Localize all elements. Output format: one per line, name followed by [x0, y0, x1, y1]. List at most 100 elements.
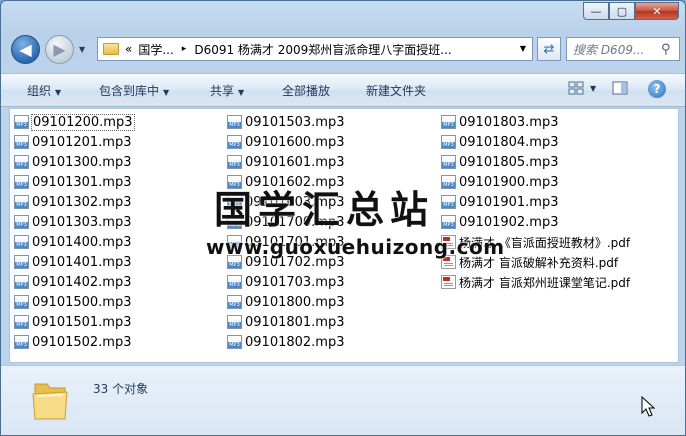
- file-column: 09101200.mp3 09101201.mp3 09101300.mp3 0910…: [14, 112, 135, 352]
- file-name: 09101502.mp3: [32, 334, 132, 350]
- file-name: 09101600.mp3: [245, 134, 345, 150]
- mp3-file-icon: [14, 255, 29, 269]
- address-bar[interactable]: « 国学... ▸ D6091 杨满才 2009郑州盲派命理八字面授班... ▼: [97, 37, 533, 61]
- file-item[interactable]: 09101302.mp3: [14, 192, 134, 212]
- forward-button[interactable]: ▶: [45, 35, 74, 64]
- file-item[interactable]: 09101200.mp3: [14, 112, 135, 132]
- file-name: 09101200.mp3: [31, 113, 135, 131]
- mp3-file-icon: [14, 215, 29, 229]
- file-item[interactable]: 09101501.mp3: [14, 312, 134, 332]
- file-name: 09101802.mp3: [245, 334, 345, 350]
- file-item[interactable]: 09101703.mp3: [227, 272, 345, 292]
- back-button[interactable]: ◀: [11, 35, 40, 64]
- folder-icon: [103, 43, 119, 55]
- share-menu[interactable]: 共享 ▼: [210, 82, 244, 99]
- mp3-file-icon: [14, 295, 29, 309]
- mp3-file-icon: [227, 295, 242, 309]
- mp3-file-icon: [14, 115, 29, 129]
- minimize-button[interactable]: —: [583, 2, 609, 20]
- mp3-file-icon: [14, 315, 29, 329]
- file-item[interactable]: 09101802.mp3: [227, 332, 345, 352]
- file-item[interactable]: 09101500.mp3: [14, 292, 134, 312]
- file-name: 09101201.mp3: [32, 134, 132, 150]
- chevron-down-icon: ▼: [55, 88, 62, 97]
- include-in-library-menu[interactable]: 包含到库中 ▼: [99, 82, 169, 99]
- folder-icon: [32, 383, 68, 420]
- mp3-file-icon: [227, 275, 242, 289]
- file-column: 09101803.mp3 09101804.mp3 09101805.mp3 0910…: [441, 112, 630, 292]
- mp3-file-icon: [441, 175, 456, 189]
- file-item[interactable]: 09101600.mp3: [227, 132, 345, 152]
- mp3-file-icon: [14, 155, 29, 169]
- file-item[interactable]: 09101503.mp3: [227, 112, 345, 132]
- organize-label: 组织: [27, 84, 52, 98]
- mp3-file-icon: [14, 235, 29, 249]
- file-item[interactable]: 09101902.mp3: [441, 212, 630, 232]
- view-options-dropdown[interactable]: ▼: [590, 84, 596, 93]
- file-item[interactable]: 09101601.mp3: [227, 152, 345, 172]
- breadcrumb-overflow[interactable]: «: [125, 42, 132, 56]
- file-name: 09101703.mp3: [245, 274, 345, 290]
- mp3-file-icon: [227, 335, 242, 349]
- search-input[interactable]: 搜索 D609...: [567, 41, 661, 58]
- search-box[interactable]: 搜索 D609... ⚲: [566, 37, 680, 61]
- explorer-window: — ▢ ✕ ◀ ▶ ▼ « 国学... ▸ D6091 杨满才 2009郑州盲派…: [0, 0, 686, 436]
- mp3-file-icon: [441, 135, 456, 149]
- file-name: 09101400.mp3: [32, 234, 132, 250]
- file-name: 09101804.mp3: [459, 134, 559, 150]
- file-item[interactable]: 09101502.mp3: [14, 332, 134, 352]
- file-item[interactable]: 09101804.mp3: [441, 132, 630, 152]
- new-folder-button[interactable]: 新建文件夹: [366, 82, 426, 99]
- breadcrumb-current-folder[interactable]: D6091 杨满才 2009郑州盲派命理八字面授班...: [194, 41, 451, 58]
- organize-menu[interactable]: 组织 ▼: [27, 82, 61, 99]
- file-item[interactable]: 09101402.mp3: [14, 272, 134, 292]
- help-icon: ?: [653, 82, 661, 96]
- file-item[interactable]: 09101800.mp3: [227, 292, 345, 312]
- caption-buttons: — ▢ ✕: [583, 2, 679, 20]
- view-controls: ▼: [568, 81, 628, 95]
- mp3-file-icon: [227, 135, 242, 149]
- forward-arrow-icon: ▶: [53, 40, 66, 59]
- recent-pages-dropdown[interactable]: ▼: [79, 45, 85, 54]
- mp3-file-icon: [14, 195, 29, 209]
- mp3-file-icon: [441, 155, 456, 169]
- file-item[interactable]: 杨满才 盲派郑州班课堂笔记.pdf: [441, 272, 630, 292]
- mp3-file-icon: [227, 315, 242, 329]
- breadcrumb-segment[interactable]: 国学...: [138, 41, 173, 58]
- command-bar: 组织 ▼ 包含到库中 ▼ 共享 ▼ 全部播放 新建文件夹 ▼ ?: [1, 73, 685, 107]
- file-name: 09101800.mp3: [245, 294, 345, 310]
- file-name: 09101902.mp3: [459, 214, 559, 230]
- file-item[interactable]: 09101300.mp3: [14, 152, 134, 172]
- file-item[interactable]: 09101801.mp3: [227, 312, 345, 332]
- file-item[interactable]: 09101401.mp3: [14, 252, 134, 272]
- file-item[interactable]: 09101400.mp3: [14, 232, 134, 252]
- file-item[interactable]: 09101901.mp3: [441, 192, 630, 212]
- details-pane: 33 个对象: [1, 365, 685, 435]
- file-item[interactable]: 09101900.mp3: [441, 172, 630, 192]
- navigation-bar: ◀ ▶ ▼ « 国学... ▸ D6091 杨满才 2009郑州盲派命理八字面授…: [1, 33, 685, 67]
- breadcrumb-separator-icon[interactable]: ▸: [182, 44, 187, 54]
- refresh-button[interactable]: ⇄: [537, 37, 561, 61]
- file-item[interactable]: 09101301.mp3: [14, 172, 134, 192]
- play-all-button[interactable]: 全部播放: [282, 82, 330, 99]
- file-name: 09101500.mp3: [32, 294, 132, 310]
- file-name: 09101501.mp3: [32, 314, 132, 330]
- file-name: 09101402.mp3: [32, 274, 132, 290]
- mp3-file-icon: [14, 175, 29, 189]
- mp3-file-icon: [227, 155, 242, 169]
- file-item[interactable]: 09101805.mp3: [441, 152, 630, 172]
- maximize-button[interactable]: ▢: [609, 2, 635, 20]
- help-button[interactable]: ?: [648, 80, 666, 98]
- file-name: 09101303.mp3: [32, 214, 132, 230]
- mp3-file-icon: [14, 275, 29, 289]
- file-name: 09101601.mp3: [245, 154, 345, 170]
- preview-pane-icon[interactable]: [612, 81, 628, 95]
- mp3-file-icon: [227, 115, 242, 129]
- file-item[interactable]: 09101303.mp3: [14, 212, 134, 232]
- close-button[interactable]: ✕: [635, 2, 679, 20]
- item-count: 33 个对象: [93, 382, 149, 396]
- change-view-icon[interactable]: [568, 81, 584, 95]
- file-item[interactable]: 09101201.mp3: [14, 132, 134, 152]
- address-dropdown-icon[interactable]: ▼: [520, 44, 526, 53]
- file-item[interactable]: 09101803.mp3: [441, 112, 630, 132]
